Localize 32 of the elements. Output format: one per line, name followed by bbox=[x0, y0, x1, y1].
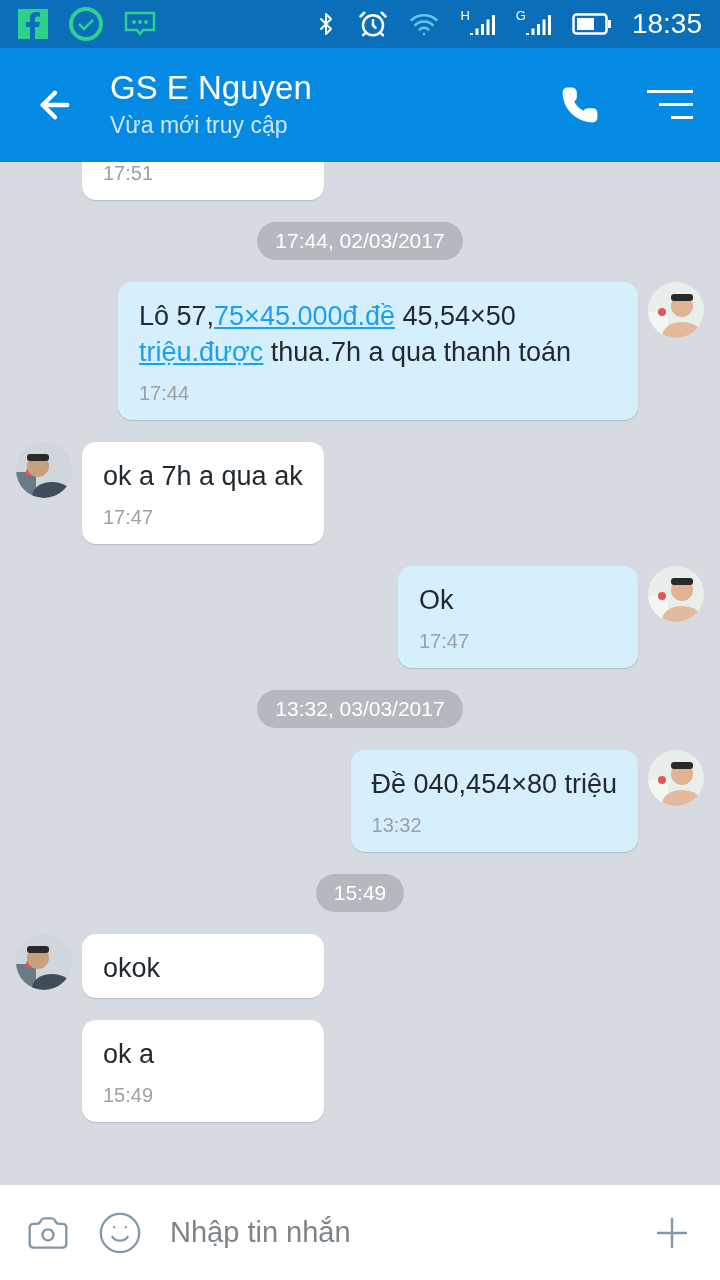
message-time: 15:49 bbox=[103, 1083, 155, 1108]
alarm-icon bbox=[358, 9, 389, 39]
message-text: okok bbox=[103, 952, 162, 985]
network-label: H bbox=[460, 9, 470, 22]
message-text: Lô 57,75×45.000đ.đề 45,54×50 triệu.được thua.7h a qua thanh toán bbox=[139, 300, 573, 369]
chat-icon bbox=[124, 11, 156, 37]
message-input[interactable]: Nhập tin nhắn bbox=[144, 1185, 624, 1280]
phone-icon bbox=[561, 86, 599, 124]
message-link[interactable]: 75×45.000đ.đề bbox=[214, 301, 395, 331]
message-text: ok a 7h a qua ak bbox=[103, 460, 303, 493]
message-time: 17:47 bbox=[103, 505, 155, 530]
message-time: 17:51 bbox=[103, 162, 155, 186]
contact-name: GS E Nguyen bbox=[110, 68, 313, 108]
clock-time: 18:35 bbox=[631, 7, 702, 41]
contact-status: Vừa mới truy cập bbox=[110, 111, 289, 140]
signal-icon bbox=[525, 13, 552, 35]
date-pill: 15:49 bbox=[315, 874, 405, 912]
message-time: 17:44 bbox=[139, 381, 191, 406]
signal-icon bbox=[469, 13, 496, 35]
battery-icon bbox=[571, 13, 612, 35]
message-link[interactable]: triệu.được bbox=[139, 337, 264, 367]
message-time: 17:47 bbox=[419, 629, 471, 654]
date-pill: 17:44, 02/03/2017 bbox=[257, 222, 463, 260]
message-text: ok a bbox=[103, 1038, 156, 1071]
message-text: Ok bbox=[419, 584, 455, 617]
menu-icon bbox=[647, 88, 693, 122]
facebook-icon bbox=[18, 9, 48, 39]
message-text: Đề 040,454×80 triệu bbox=[371, 768, 617, 801]
camera-button[interactable] bbox=[0, 1185, 96, 1280]
network-label: G bbox=[515, 9, 526, 22]
date-pill: 13:32, 03/03/2017 bbox=[257, 690, 463, 728]
message-time: 13:32 bbox=[371, 813, 423, 838]
